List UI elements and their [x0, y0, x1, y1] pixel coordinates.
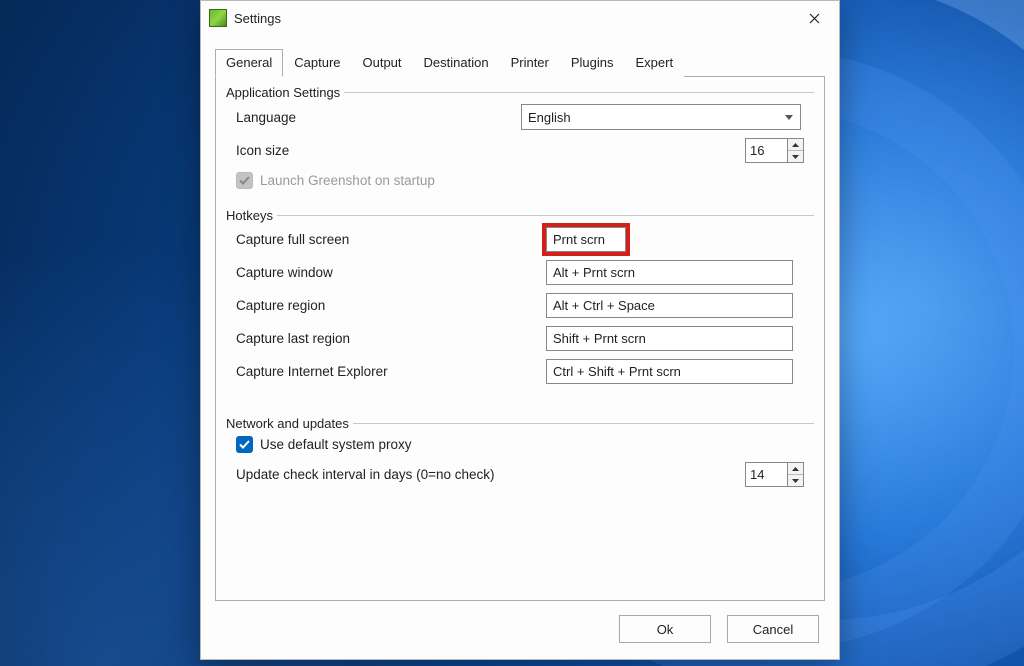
app-icon	[209, 9, 227, 27]
legend-hotkeys: Hotkeys	[226, 208, 277, 223]
tab-output[interactable]: Output	[352, 49, 413, 77]
launch-startup-checkbox	[236, 172, 253, 189]
hotkey-window-label: Capture window	[236, 265, 546, 280]
hotkey-lastregion-label: Capture last region	[236, 331, 546, 346]
language-select[interactable]: English	[521, 104, 801, 130]
check-icon	[239, 440, 250, 449]
iconsize-step-up[interactable]	[788, 139, 803, 151]
hotkey-ie-input[interactable]	[546, 359, 793, 384]
hotkey-fullscreen-label: Capture full screen	[236, 232, 546, 247]
legend-application-settings: Application Settings	[226, 85, 344, 100]
proxy-label: Use default system proxy	[260, 437, 412, 452]
iconsize-step-down[interactable]	[788, 151, 803, 162]
proxy-checkbox[interactable]	[236, 436, 253, 453]
update-step-up[interactable]	[788, 463, 803, 475]
hotkey-fullscreen-input[interactable]	[546, 227, 626, 252]
window-title: Settings	[234, 11, 791, 26]
update-interval-input[interactable]	[745, 462, 787, 487]
tab-printer[interactable]: Printer	[500, 49, 560, 77]
legend-network: Network and updates	[226, 416, 353, 431]
iconsize-input[interactable]	[745, 138, 787, 163]
tab-panel-general: Application Settings Language English Ic…	[215, 76, 825, 601]
cancel-button[interactable]: Cancel	[727, 615, 819, 643]
tab-destination[interactable]: Destination	[413, 49, 500, 77]
hotkey-lastregion-input[interactable]	[546, 326, 793, 351]
chevron-down-icon	[792, 479, 799, 483]
hotkey-region-input[interactable]	[546, 293, 793, 318]
hotkey-region-label: Capture region	[236, 298, 546, 313]
titlebar[interactable]: Settings	[201, 1, 839, 35]
check-icon	[239, 176, 250, 185]
tab-plugins[interactable]: Plugins	[560, 49, 625, 77]
tab-expert[interactable]: Expert	[625, 49, 685, 77]
ok-button[interactable]: Ok	[619, 615, 711, 643]
fieldset-network: Network and updates Use default system p…	[226, 416, 814, 491]
close-button[interactable]	[791, 2, 837, 34]
chevron-up-icon	[792, 143, 799, 147]
fieldset-application-settings: Application Settings Language English Ic…	[226, 85, 814, 194]
launch-startup-label: Launch Greenshot on startup	[260, 173, 435, 188]
button-bar: Ok Cancel	[201, 601, 839, 659]
tab-general[interactable]: General	[215, 49, 283, 77]
tab-capture[interactable]: Capture	[283, 49, 351, 77]
iconsize-label: Icon size	[236, 143, 521, 158]
hotkey-ie-label: Capture Internet Explorer	[236, 364, 546, 379]
chevron-down-icon	[792, 155, 799, 159]
settings-window: Settings General Capture Output Destinat…	[200, 0, 840, 660]
tabstrip: General Capture Output Destination Print…	[201, 49, 839, 77]
update-step-down[interactable]	[788, 475, 803, 486]
update-interval-label: Update check interval in days (0=no chec…	[236, 467, 666, 482]
chevron-up-icon	[792, 467, 799, 471]
fieldset-hotkeys: Hotkeys Capture full screen Capture wind…	[226, 208, 814, 388]
language-label: Language	[236, 110, 521, 125]
hotkey-window-input[interactable]	[546, 260, 793, 285]
close-icon	[809, 13, 820, 24]
